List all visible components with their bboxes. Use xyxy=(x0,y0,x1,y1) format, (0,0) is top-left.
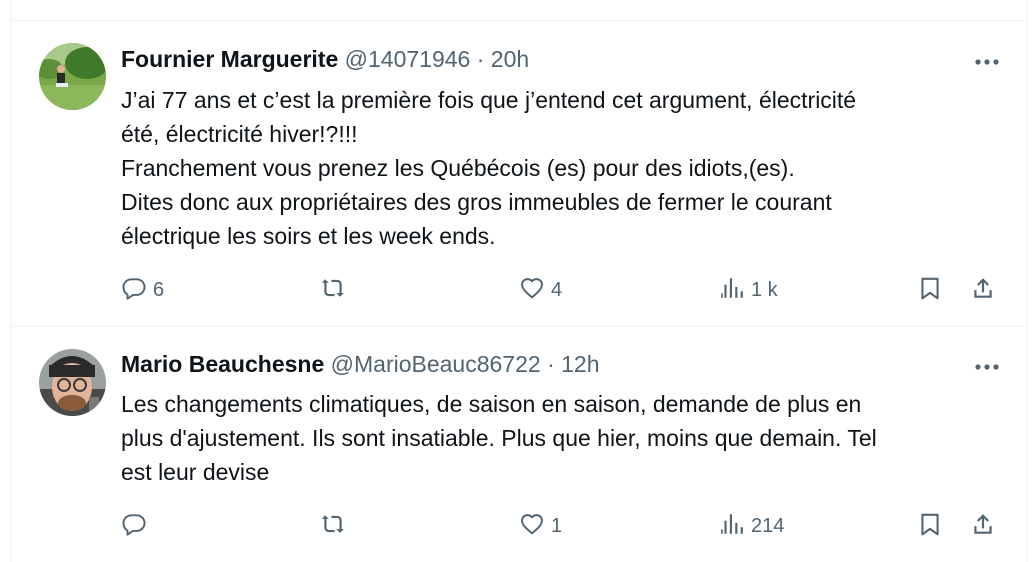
views-bar-chart-icon xyxy=(719,511,745,542)
repost-icon xyxy=(320,275,346,306)
heart-icon xyxy=(519,275,545,306)
views-button[interactable]: 1 k xyxy=(719,272,778,308)
bookmark-icon xyxy=(917,511,943,542)
timestamp[interactable]: 12h xyxy=(561,351,599,377)
reply-bubble-icon xyxy=(121,511,147,542)
more-horizontal-icon[interactable] xyxy=(972,357,1002,377)
tweet-text-line: Dites donc aux propriétaires des gros im… xyxy=(121,189,832,215)
heart-icon xyxy=(519,511,545,542)
repost-icon xyxy=(320,511,346,542)
like-button[interactable]: 4 xyxy=(519,272,562,308)
tweet-header: Fournier Marguerite @14071946 · 20h xyxy=(121,45,529,73)
bookmark-button[interactable] xyxy=(917,508,943,544)
views-bar-chart-icon xyxy=(719,275,745,306)
share-button[interactable] xyxy=(970,272,996,308)
reply-bubble-icon xyxy=(121,275,147,306)
tweet-actions: 6 4 1 k xyxy=(10,272,1028,308)
author-name[interactable]: Fournier Marguerite xyxy=(121,46,338,72)
views-count: 214 xyxy=(751,514,785,537)
like-count: 1 xyxy=(551,514,563,537)
tweet-text-line: été, électricité hiver!?!!! xyxy=(121,121,358,147)
like-button[interactable]: 1 xyxy=(519,508,562,544)
repost-button[interactable] xyxy=(320,272,352,308)
repost-button[interactable] xyxy=(320,508,352,544)
bookmark-icon xyxy=(917,275,943,306)
author-handle[interactable]: @MarioBeauc86722 xyxy=(331,351,541,377)
timestamp[interactable]: 20h xyxy=(491,46,529,72)
share-button[interactable] xyxy=(970,508,996,544)
tweet-text-line: est leur devise xyxy=(121,459,270,485)
bookmark-button[interactable] xyxy=(917,272,943,308)
share-upload-icon xyxy=(970,275,996,306)
tweet-actions: 1 214 xyxy=(10,508,1028,544)
reply-button[interactable] xyxy=(121,508,153,544)
views-button[interactable]: 214 xyxy=(719,508,784,544)
share-upload-icon xyxy=(970,511,996,542)
reply-button[interactable]: 6 xyxy=(121,272,164,308)
like-count: 4 xyxy=(551,278,563,301)
tweet-text-line: électrique les soirs et les week ends. xyxy=(121,223,496,249)
tweet-text-line: Les changements climatiques, de saison e… xyxy=(121,391,862,417)
views-count: 1 k xyxy=(751,278,778,301)
author-name[interactable]: Mario Beauchesne xyxy=(121,351,324,377)
tweet-text: J’ai 77 ans et c’est la première fois qu… xyxy=(121,83,1006,253)
avatar[interactable] xyxy=(39,43,106,110)
meta-separator: · xyxy=(547,351,555,377)
more-horizontal-icon[interactable] xyxy=(972,52,1002,72)
author-handle[interactable]: @14071946 xyxy=(345,46,471,72)
tweet[interactable]: Mario Beauchesne @MarioBeauc86722 · 12h … xyxy=(10,328,1028,562)
tweet-header: Mario Beauchesne @MarioBeauc86722 · 12h xyxy=(121,350,600,378)
tweet[interactable]: Fournier Marguerite @14071946 · 20h J’ai… xyxy=(10,21,1028,327)
meta-separator: · xyxy=(476,46,485,72)
reply-count: 6 xyxy=(153,278,165,301)
avatar[interactable] xyxy=(39,349,106,416)
tweet-text-line: Franchement vous prenez les Québécois (e… xyxy=(121,155,795,181)
tweet-text-line: J’ai 77 ans et c’est la première fois qu… xyxy=(121,87,857,113)
tweet-text: Les changements climatiques, de saison e… xyxy=(121,387,1006,489)
tweet-text-line: plus d'ajustement. Ils sont insatiable. … xyxy=(121,425,877,451)
